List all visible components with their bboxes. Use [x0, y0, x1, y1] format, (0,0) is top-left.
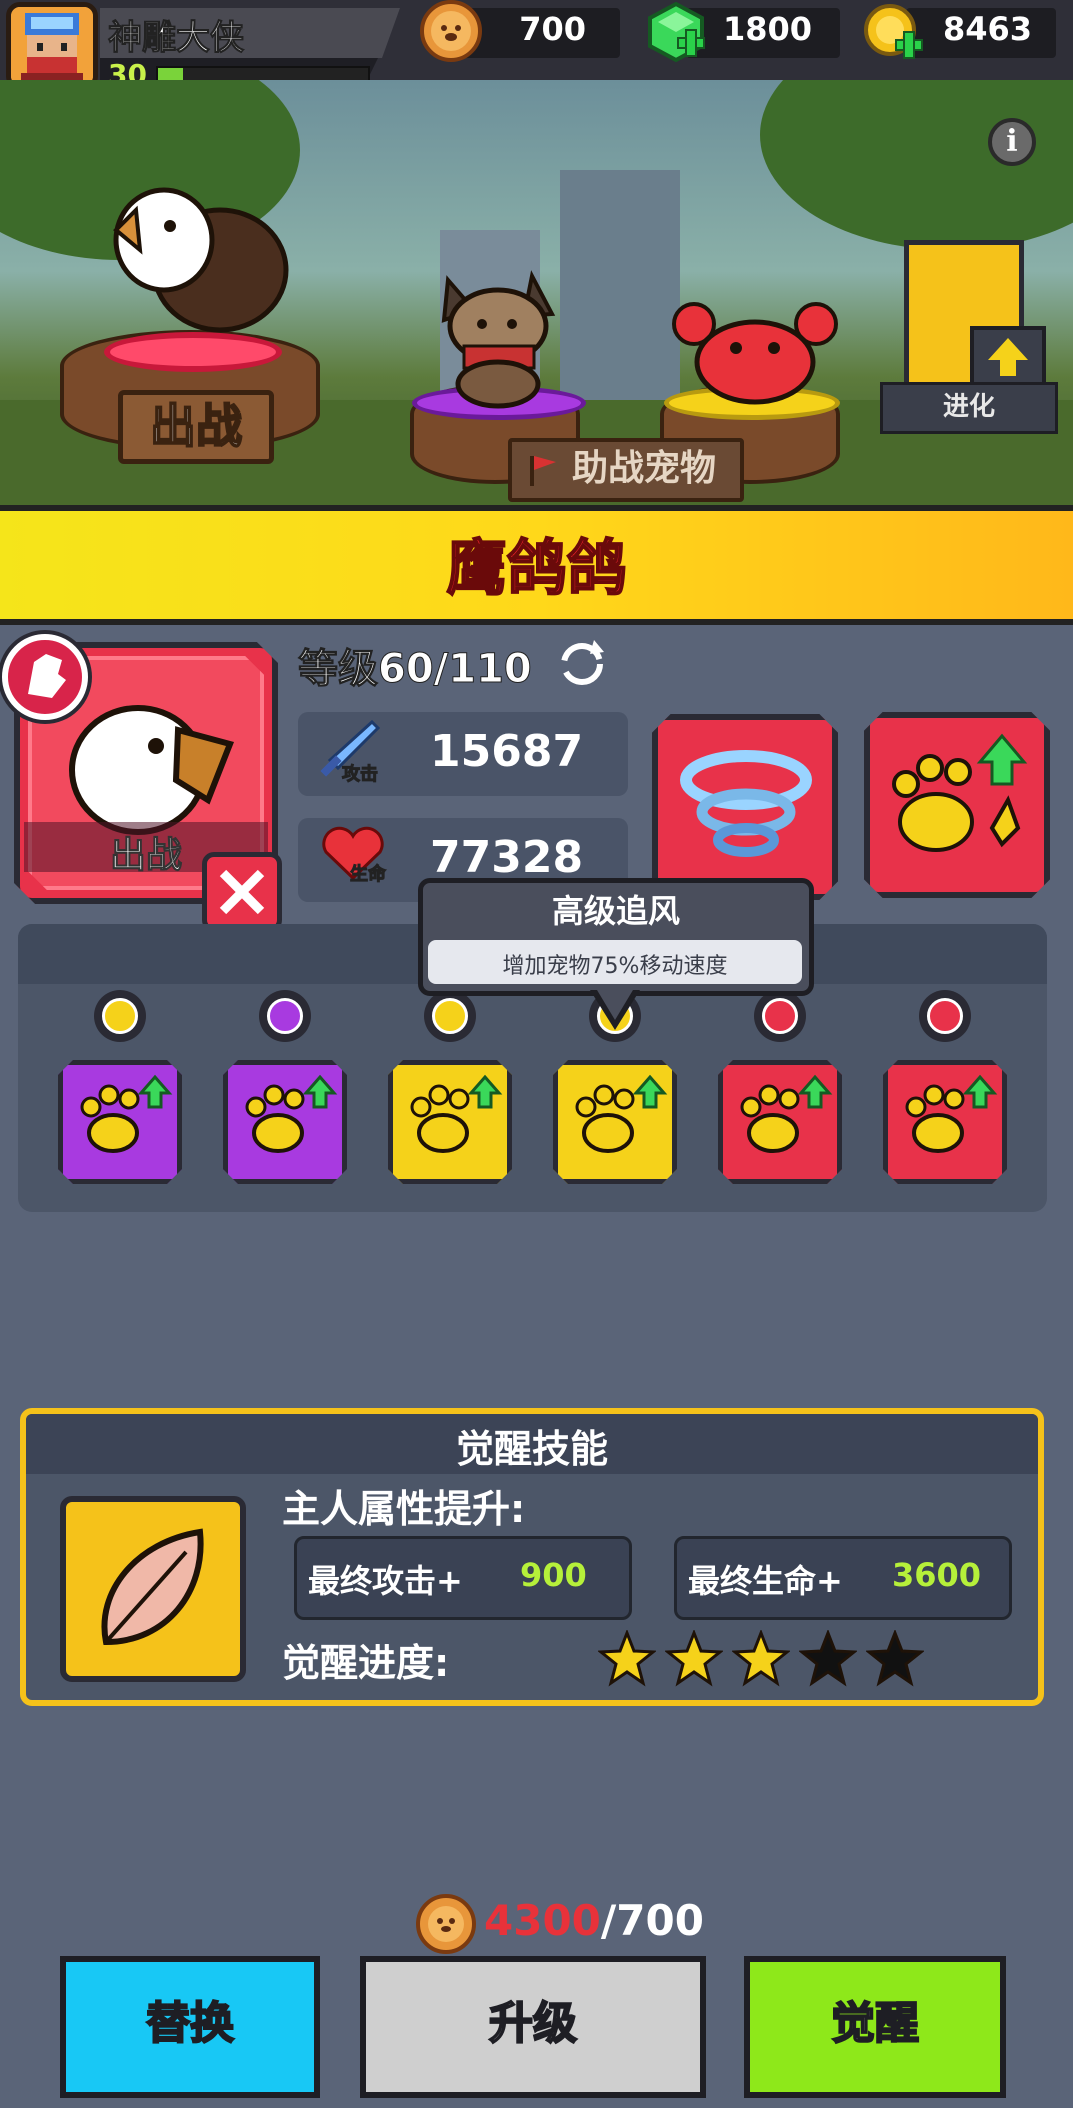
gem-value: 1800: [722, 10, 812, 48]
gold-value: 8463: [942, 10, 1032, 48]
star-empty-icon: [864, 1628, 926, 1688]
info-button[interactable]: i: [988, 118, 1036, 166]
tree-canopy-right: [760, 80, 1073, 250]
assist-pets-button[interactable]: 助战宠物: [508, 438, 744, 502]
paw-icon: [245, 1074, 338, 1153]
awakening-subtitle: 主人属性提升:: [282, 1487, 526, 1531]
swap-icon: [102, 998, 138, 1034]
paw-icon: [740, 1074, 833, 1153]
flag-icon: [524, 450, 560, 486]
player-name: 神雕大侠: [108, 18, 245, 59]
building: [560, 170, 680, 400]
tornado-skill-card[interactable]: [652, 714, 838, 900]
star-filled-icon: [596, 1628, 658, 1688]
passive-skill-3[interactable]: [388, 1060, 512, 1184]
awakening-progress-label: 觉醒进度:: [282, 1641, 450, 1685]
cost-need: 700: [616, 1896, 704, 1945]
passive-skill-1[interactable]: [58, 1060, 182, 1184]
passive-skill-5[interactable]: [718, 1060, 842, 1184]
player-avatar[interactable]: [6, 2, 98, 90]
awakening-title: 觉醒技能: [455, 1427, 608, 1471]
swap-icon: [927, 998, 963, 1034]
crab-pet-sprite[interactable]: [670, 300, 840, 410]
passive-slot-ring: [919, 990, 971, 1042]
swap-icon: [432, 998, 468, 1034]
swap-icon: [267, 998, 303, 1034]
passive-slot-ring: [424, 990, 476, 1042]
paw-coin-value: 700: [519, 10, 586, 48]
passive-skill-6[interactable]: [883, 1060, 1007, 1184]
swap-icon: [762, 998, 798, 1034]
paw-icon: [80, 1074, 173, 1153]
awaken-button[interactable]: 觉醒: [744, 1956, 1006, 2098]
evolve-button[interactable]: 进化: [880, 382, 1058, 434]
attack-bonus-label: 最终攻击+: [308, 1562, 463, 1600]
reset-icon[interactable]: [554, 636, 610, 692]
paw-upgrade-skill-card[interactable]: [864, 712, 1050, 898]
paw-icon: [410, 1074, 503, 1153]
feather-icon[interactable]: [60, 1496, 246, 1682]
attack-badge: 攻击: [342, 764, 379, 786]
tooltip-desc: 增加宠物75%移动速度: [502, 954, 728, 979]
eagle-portrait: [58, 690, 238, 840]
paw-coin-icon: [416, 1894, 476, 1954]
passive-slot-ring: [259, 990, 311, 1042]
element-badge-icon: [2, 634, 88, 720]
passive-skill-4[interactable]: [553, 1060, 677, 1184]
hp-badge: 生命: [350, 864, 387, 886]
paw-icon: [575, 1074, 668, 1153]
star-empty-icon: [797, 1628, 859, 1688]
cost-sep: /: [600, 1896, 617, 1945]
star-filled-icon: [730, 1628, 792, 1688]
assist-pets-label: 助战宠物: [572, 448, 717, 489]
passive-slot-ring: [94, 990, 146, 1042]
hp-bonus-label: 最终生命+: [688, 1562, 843, 1600]
attack-bonus-value: 900: [520, 1556, 587, 1594]
passive-slot-ring: [754, 990, 806, 1042]
gold-coin-icon[interactable]: [862, 2, 924, 64]
battle-sign: 出战: [118, 390, 274, 464]
hp-bonus-value: 3600: [892, 1556, 982, 1594]
tooltip-title: 高级追风: [551, 892, 680, 930]
eagle-pet-sprite[interactable]: [100, 170, 300, 340]
hp-value: 77328: [430, 832, 584, 883]
pet-level-label: 等级60/110: [298, 646, 533, 693]
pet-name: 鹰鸽鸽: [446, 533, 628, 605]
paw-icon: [905, 1074, 998, 1153]
dog-pet-sprite[interactable]: [428, 270, 568, 410]
replace-button[interactable]: 替换: [60, 1956, 320, 2098]
passive-skill-2[interactable]: [223, 1060, 347, 1184]
upgrade-cost: 4300/700: [484, 1896, 704, 1945]
gem-icon[interactable]: [646, 1, 708, 64]
attack-value: 15687: [430, 726, 584, 777]
evolve-arrow-icon: [970, 326, 1046, 388]
unequip-button[interactable]: [202, 852, 282, 932]
star-filled-icon: [663, 1628, 725, 1688]
upgrade-button[interactable]: 升级: [360, 1956, 706, 2098]
cost-have: 4300: [484, 1896, 601, 1945]
